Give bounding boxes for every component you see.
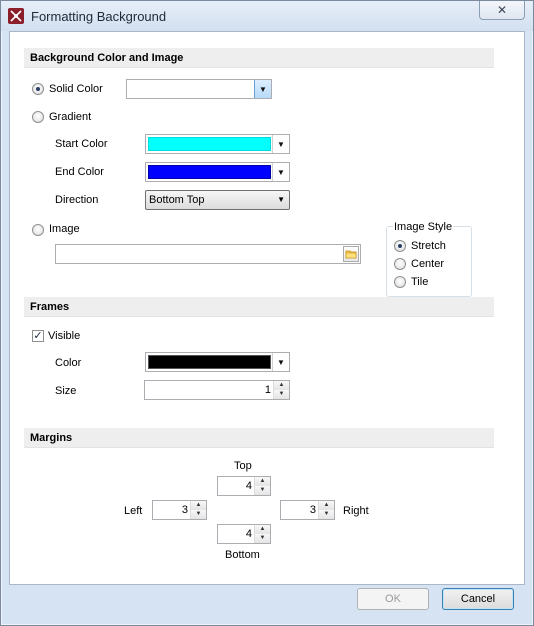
chevron-down-icon: ▼	[277, 167, 285, 177]
ok-button[interactable]: OK	[357, 588, 429, 610]
section-header-margins: Margins	[24, 428, 494, 448]
center-label: Center	[411, 258, 445, 270]
margin-top-spinner[interactable]: 4 ▲ ▼	[217, 476, 271, 496]
end-color-label: End Color	[55, 166, 104, 178]
tile-radio[interactable]	[394, 276, 406, 288]
solid-color-combo[interactable]: ▼	[126, 79, 272, 99]
folder-icon	[345, 250, 357, 259]
window-title: Formatting Background	[31, 9, 167, 24]
chevron-down-icon: ▼	[277, 139, 285, 149]
visible-checkbox[interactable]: ✓	[32, 330, 44, 342]
frame-color-dropdown-button[interactable]: ▼	[272, 353, 289, 371]
app-icon	[8, 8, 24, 24]
start-color-swatch	[148, 137, 271, 151]
margin-right-label: Right	[343, 505, 369, 517]
start-color-dropdown-button[interactable]: ▼	[272, 135, 289, 153]
arrow-down-icon: ▼	[278, 391, 285, 397]
arrow-down-icon: ▼	[323, 511, 330, 517]
title-bar: Formatting Background ✕	[1, 1, 533, 31]
visible-label: Visible	[48, 330, 81, 342]
frame-size-value: 1	[264, 384, 271, 396]
close-button[interactable]: ✕	[479, 1, 525, 20]
arrow-up-icon: ▲	[278, 382, 285, 388]
frame-color-label: Color	[55, 357, 82, 369]
arrow-up-icon: ▲	[195, 502, 202, 508]
spin-down-button[interactable]: ▼	[274, 390, 289, 399]
close-icon: ✕	[496, 3, 508, 17]
stretch-label: Stretch	[411, 240, 446, 252]
formatting-background-dialog: Formatting Background ✕ Background Color…	[0, 0, 534, 626]
margin-right-spinner[interactable]: 3 ▲ ▼	[280, 500, 335, 520]
dialog-content: Background Color and Image Solid Color ▼…	[9, 31, 525, 585]
start-color-label: Start Color	[55, 138, 108, 150]
direction-select[interactable]: Bottom Top ▼	[145, 190, 290, 210]
image-style-legend: Image Style	[393, 220, 454, 234]
spin-down-button[interactable]: ▼	[191, 510, 206, 519]
arrow-up-icon: ▲	[259, 526, 266, 532]
margin-left-label: Left	[124, 505, 143, 517]
arrow-up-icon: ▲	[323, 502, 330, 508]
margin-bottom-spinner[interactable]: 4 ▲ ▼	[217, 524, 271, 544]
frame-size-label: Size	[55, 385, 77, 397]
spin-buttons: ▲ ▼	[273, 381, 289, 399]
image-label: Image	[49, 223, 80, 235]
spin-down-button[interactable]: ▼	[255, 534, 270, 543]
arrow-down-icon: ▼	[259, 535, 266, 541]
arrow-down-icon: ▼	[259, 487, 266, 493]
spin-down-button[interactable]: ▼	[255, 486, 270, 495]
checkmark-icon: ✓	[33, 330, 43, 342]
chevron-down-icon: ▼	[259, 84, 267, 94]
margin-bottom-value: 4	[245, 528, 252, 540]
solid-color-dropdown-button[interactable]: ▼	[254, 80, 271, 98]
tile-label: Tile	[411, 276, 429, 288]
stretch-radio[interactable]	[394, 240, 406, 252]
direction-value: Bottom Top	[149, 194, 205, 206]
frame-size-spinner[interactable]: 1 ▲ ▼	[144, 380, 290, 400]
margin-right-value: 3	[309, 504, 316, 516]
solid-color-radio[interactable]	[32, 83, 44, 95]
end-color-swatch	[148, 165, 271, 179]
browse-image-button[interactable]	[343, 246, 359, 262]
solid-color-label: Solid Color	[49, 83, 103, 95]
margin-left-spinner[interactable]: 3 ▲ ▼	[152, 500, 207, 520]
image-path-input[interactable]	[55, 244, 361, 264]
end-color-combo[interactable]: ▼	[145, 162, 290, 182]
section-header-background: Background Color and Image	[24, 48, 494, 68]
cancel-button[interactable]: Cancel	[442, 588, 514, 610]
start-color-combo[interactable]: ▼	[145, 134, 290, 154]
arrow-down-icon: ▼	[195, 511, 202, 517]
end-color-dropdown-button[interactable]: ▼	[272, 163, 289, 181]
image-style-group: Image Style Stretch Center Tile	[386, 220, 472, 297]
center-radio[interactable]	[394, 258, 406, 270]
solid-color-swatch	[129, 82, 253, 96]
direction-label: Direction	[55, 194, 99, 206]
gradient-label: Gradient	[49, 111, 92, 123]
gradient-radio[interactable]	[32, 111, 44, 123]
chevron-down-icon: ▼	[277, 195, 285, 204]
chevron-down-icon: ▼	[277, 357, 285, 367]
margin-left-value: 3	[181, 504, 188, 516]
margin-bottom-label: Bottom	[225, 549, 260, 561]
margin-top-value: 4	[245, 480, 252, 492]
image-radio[interactable]	[32, 224, 44, 236]
frame-color-swatch	[148, 355, 271, 369]
spin-down-button[interactable]: ▼	[319, 510, 334, 519]
section-header-frames: Frames	[24, 297, 494, 317]
arrow-up-icon: ▲	[259, 478, 266, 484]
frame-color-combo[interactable]: ▼	[145, 352, 290, 372]
margin-top-label: Top	[234, 460, 252, 472]
